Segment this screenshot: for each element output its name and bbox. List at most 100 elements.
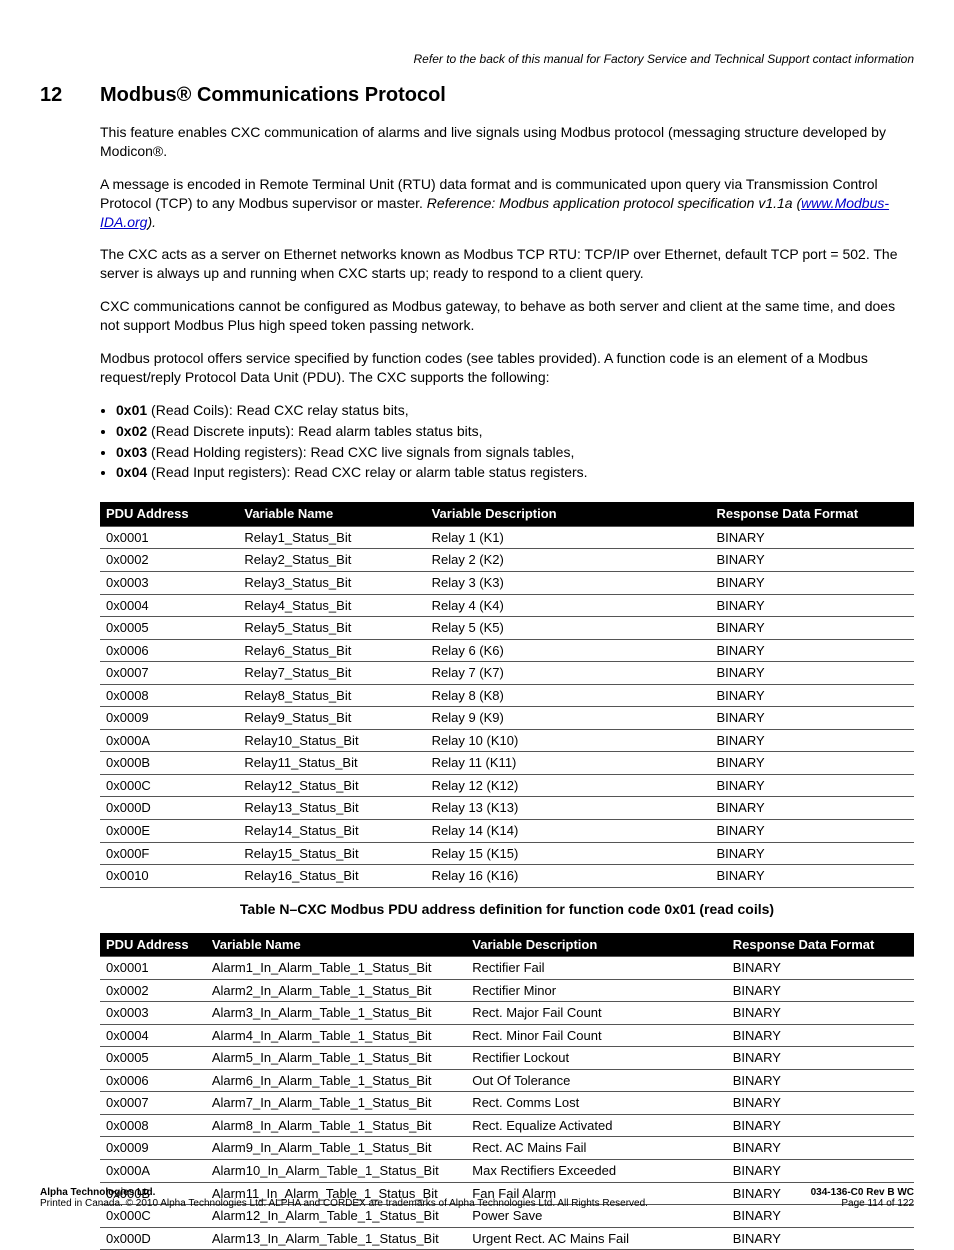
table-cell: 0x000F [100,842,238,865]
function-code-list: 0x01 (Read Coils): Read CXC relay status… [116,401,914,483]
table-cell: Rectifier Lockout [466,1047,726,1070]
table-cell: 0x0009 [100,707,238,730]
table-row: 0x000BRelay11_Status_BitRelay 11 (K11)BI… [100,752,914,775]
table-cell: BINARY [710,572,914,595]
table-cell: Relay15_Status_Bit [238,842,425,865]
table-row: 0x0009Relay9_Status_BitRelay 9 (K9)BINAR… [100,707,914,730]
table-cell: BINARY [710,729,914,752]
table-cell: 0x0008 [100,1114,206,1137]
footer-left: Alpha Technologies Ltd. Printed in Canad… [40,1187,648,1209]
list-item: 0x02 (Read Discrete inputs): Read alarm … [116,422,914,441]
para2-text-b: Reference: Modbus application protocol s… [427,195,801,211]
footer-right: 034-136-C0 Rev B WC Page 114 of 122 [811,1187,914,1209]
table-cell: Relay1_Status_Bit [238,526,425,549]
table-cell: BINARY [710,662,914,685]
table-cell: Relay 5 (K5) [426,617,711,640]
paragraph-3: The CXC acts as a server on Ethernet net… [100,245,914,283]
table-cell: Alarm6_In_Alarm_Table_1_Status_Bit [206,1069,466,1092]
table-cell: 0x0006 [100,1069,206,1092]
table-cell: Relay13_Status_Bit [238,797,425,820]
table-cell: BINARY [710,842,914,865]
table-cell: 0x0001 [100,526,238,549]
body-content: This feature enables CXC communication o… [100,123,914,1250]
table-row: 0x0008Relay8_Status_BitRelay 8 (K8)BINAR… [100,684,914,707]
table-cell: BINARY [727,1160,914,1183]
table-cell: 0x0006 [100,639,238,662]
table-cell: Alarm3_In_Alarm_Table_1_Status_Bit [206,1002,466,1025]
th-variable-name: Variable Name [238,502,425,526]
table-cell: Relay 8 (K8) [426,684,711,707]
table-cell: BINARY [727,1047,914,1070]
table-cell: Alarm13_In_Alarm_Table_1_Status_Bit [206,1227,466,1250]
list-item: 0x01 (Read Coils): Read CXC relay status… [116,401,914,420]
table-cell: BINARY [710,707,914,730]
table-cell: Relay 14 (K14) [426,820,711,843]
table-row: 0x0006Alarm6_In_Alarm_Table_1_Status_Bit… [100,1069,914,1092]
table-cell: Relay16_Status_Bit [238,865,425,888]
footer-company: Alpha Technologies Ltd. [40,1187,155,1198]
function-code: 0x04 [116,464,147,480]
table-row: 0x000CRelay12_Status_BitRelay 12 (K12)BI… [100,774,914,797]
list-item: 0x04 (Read Input registers): Read CXC re… [116,463,914,482]
table-cell: 0x0004 [100,1024,206,1047]
table-row: 0x0001Alarm1_In_Alarm_Table_1_Status_Bit… [100,957,914,980]
table-cell: Alarm1_In_Alarm_Table_1_Status_Bit [206,957,466,980]
table-cell: Relay 11 (K11) [426,752,711,775]
table-cell: BINARY [727,1002,914,1025]
table-cell: 0x0010 [100,865,238,888]
th-pdu-address: PDU Address [100,933,206,957]
table-cell: Out Of Tolerance [466,1069,726,1092]
table-row: 0x0006Relay6_Status_BitRelay 6 (K6)BINAR… [100,639,914,662]
table-cell: 0x000A [100,729,238,752]
table-cell: BINARY [710,549,914,572]
paragraph-5: Modbus protocol offers service specified… [100,349,914,387]
th-response-format: Response Data Format [710,502,914,526]
th-response-format: Response Data Format [727,933,914,957]
footer-docnum: 034-136-C0 Rev B WC [811,1187,914,1198]
table-cell: Alarm7_In_Alarm_Table_1_Status_Bit [206,1092,466,1115]
table-cell: BINARY [710,526,914,549]
function-code: 0x01 [116,402,147,418]
table-cell: BINARY [710,820,914,843]
table-cell: Relay8_Status_Bit [238,684,425,707]
table-cell: Max Rectifiers Exceeded [466,1160,726,1183]
table-cell: BINARY [710,617,914,640]
table-cell: 0x000C [100,774,238,797]
table-cell: BINARY [727,1069,914,1092]
page-footer: Alpha Technologies Ltd. Printed in Canad… [40,1187,914,1209]
table-cell: Relay 4 (K4) [426,594,711,617]
table-cell: Relay 10 (K10) [426,729,711,752]
para2-text-c: ). [147,214,156,230]
table-cell: 0x0005 [100,617,238,640]
th-pdu-address: PDU Address [100,502,238,526]
table-cell: BINARY [727,979,914,1002]
table-cell: BINARY [710,594,914,617]
table-cell: 0x0003 [100,572,238,595]
table-row: 0x0005Relay5_Status_BitRelay 5 (K5)BINAR… [100,617,914,640]
table-row: 0x000ERelay14_Status_BitRelay 14 (K14)BI… [100,820,914,843]
table-cell: BINARY [710,797,914,820]
table-cell: 0x000D [100,797,238,820]
table-cell: Alarm4_In_Alarm_Table_1_Status_Bit [206,1024,466,1047]
function-code: 0x02 [116,423,147,439]
table-cell: 0x0002 [100,979,206,1002]
table-cell: 0x000B [100,752,238,775]
footer-pageinfo: Page 114 of 122 [841,1198,914,1209]
table-cell: Relay 12 (K12) [426,774,711,797]
table-row: 0x0008Alarm8_In_Alarm_Table_1_Status_Bit… [100,1114,914,1137]
table-cell: 0x0005 [100,1047,206,1070]
table-read-coils: PDU Address Variable Name Variable Descr… [100,502,914,887]
footer-copyright: Printed in Canada. © 2010 Alpha Technolo… [40,1198,648,1209]
function-code-desc: (Read Coils): Read CXC relay status bits… [147,402,408,418]
table-cell: Relay 3 (K3) [426,572,711,595]
function-code-desc: (Read Input registers): Read CXC relay o… [147,464,587,480]
table-cell: Relay 16 (K16) [426,865,711,888]
table-cell: Rect. Major Fail Count [466,1002,726,1025]
paragraph-1: This feature enables CXC communication o… [100,123,914,161]
table-cell: 0x000A [100,1160,206,1183]
table-cell: Relay 1 (K1) [426,526,711,549]
table-cell: BINARY [710,774,914,797]
table-cell: Urgent Rect. AC Mains Fail [466,1227,726,1250]
function-code-desc: (Read Holding registers): Read CXC live … [147,444,574,460]
table-row: 0x000DAlarm13_In_Alarm_Table_1_Status_Bi… [100,1227,914,1250]
